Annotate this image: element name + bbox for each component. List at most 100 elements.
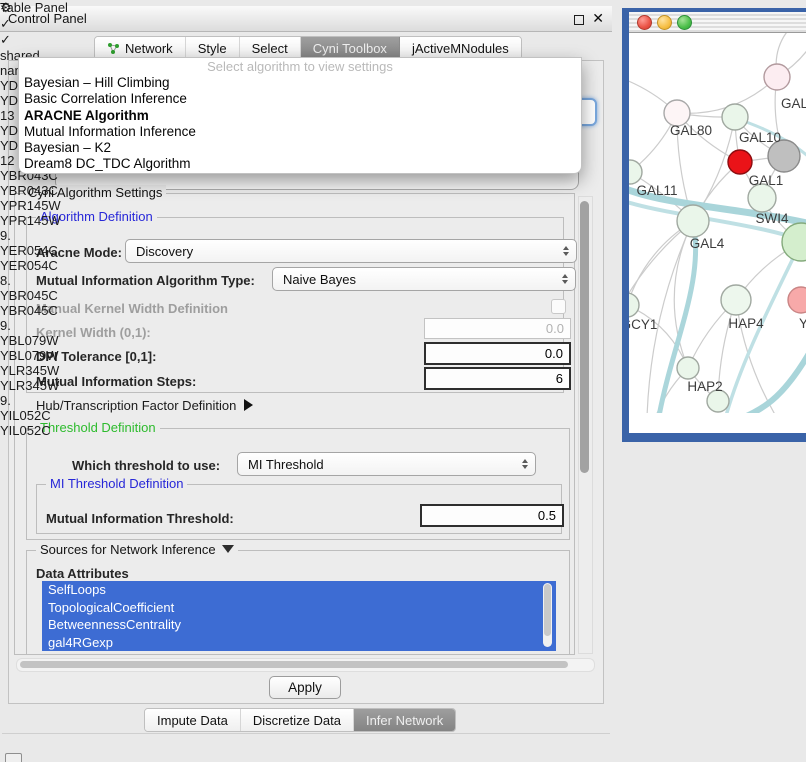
network-node-label: GAL1 <box>749 173 784 188</box>
gear-icon[interactable]: ⚙ <box>0 0 88 16</box>
tab-discretize-data[interactable]: Discretize Data <box>241 709 354 731</box>
table-row[interactable]: YPR145WYPR145W9. <box>0 198 88 243</box>
network-node[interactable] <box>677 357 699 379</box>
table-row[interactable]: YLR345WYLR345W9. <box>0 363 88 408</box>
table-cell: YPR145W <box>0 213 88 228</box>
panel-divider <box>2 733 610 734</box>
table-cell: YER054C <box>0 258 88 273</box>
network-node[interactable] <box>748 184 776 212</box>
network-node[interactable] <box>788 287 806 313</box>
mi-threshold-legend: MI Threshold Definition <box>46 476 187 491</box>
settings-horizontal-scrollbar[interactable] <box>16 658 595 672</box>
network-canvas-svg: GALGAL80GAL10GAL1GAL11SWI4GAL4GCY1HAP4YH… <box>629 12 806 413</box>
network-node[interactable] <box>677 205 709 237</box>
expander-right-arrow-icon <box>244 399 253 411</box>
network-node-label: Y <box>799 316 806 331</box>
network-canvas[interactable]: GALGAL80GAL10GAL1GAL11SWI4GAL4GCY1HAP4YH… <box>629 12 806 416</box>
scrollbar-thumb[interactable] <box>20 661 568 668</box>
tab-impute-data[interactable]: Impute Data <box>145 709 241 731</box>
network-node-label: HAP2 <box>687 379 722 394</box>
network-node-label: GAL4 <box>690 236 725 251</box>
network-node-label: GAL80 <box>670 123 712 138</box>
cyni-bottom-tabs: Impute Data Discretize Data Infer Networ… <box>144 708 456 732</box>
network-node-label: SWI4 <box>755 211 788 226</box>
float-panel-icon[interactable] <box>574 15 584 25</box>
table-row[interactable]: YBR045CYBR045C9. <box>0 288 88 333</box>
table-cell: YPR145W <box>0 198 88 213</box>
which-threshold-label: Which threshold to use: <box>72 458 220 473</box>
zoom-traffic-light-icon[interactable] <box>677 15 692 30</box>
mi-steps-input[interactable]: 6 <box>424 367 571 390</box>
attribute-list-item[interactable]: SelfLoops <box>42 581 556 599</box>
table-cell: YIL052C <box>0 423 88 438</box>
table-cell: YLR345W <box>0 363 88 378</box>
mi-threshold-input[interactable]: 0.5 <box>420 504 564 527</box>
table-cell: YBL079W <box>0 348 88 363</box>
table-cell: 9. <box>0 318 88 333</box>
network-node[interactable] <box>721 285 751 315</box>
table-row[interactable]: YER054CYER054C8. <box>0 243 88 288</box>
network-window-titlebar[interactable] <box>629 12 806 33</box>
table-cell: YER054C <box>0 243 88 258</box>
attribute-list-item[interactable]: gal4RGexp <box>42 634 556 652</box>
attributes-scrollbar[interactable] <box>543 583 552 647</box>
table-cell: YBL079W <box>0 333 88 348</box>
table-cell: 9. <box>0 393 88 408</box>
network-edge <box>733 350 806 413</box>
network-icon <box>107 42 120 55</box>
kernel-width-input[interactable]: 0.0 <box>424 318 571 339</box>
table-cell: YBR045C <box>0 303 88 318</box>
manual-kernel-width-checkbox[interactable] <box>551 299 566 314</box>
network-node-label: GAL10 <box>739 130 781 145</box>
data-attributes-list[interactable]: SelfLoopsTopologicalCoefficientBetweenne… <box>42 581 556 651</box>
network-node-label: HAP4 <box>728 316 764 331</box>
network-node-label: GCY1 <box>629 317 657 332</box>
aracne-mode-select[interactable]: Discovery <box>125 239 577 263</box>
network-node[interactable] <box>728 150 752 174</box>
algorithm-popup-placeholder: Select algorithm to view settings <box>19 58 581 75</box>
minimized-panel-icon[interactable] <box>5 753 22 762</box>
close-icon[interactable]: ✕ <box>592 10 604 26</box>
dpi-tolerance-input[interactable]: 0.0 <box>424 342 571 365</box>
attribute-list-item[interactable]: TopologicalCoefficient <box>42 599 556 617</box>
algorithm-popup-item[interactable]: Basic Correlation Inference <box>19 91 581 107</box>
table-cell: YBR043C <box>0 183 88 198</box>
tab-infer-network[interactable]: Infer Network <box>354 709 455 731</box>
scrollbar-thumb[interactable] <box>580 201 589 473</box>
minimize-traffic-light-icon[interactable] <box>657 15 672 30</box>
network-node[interactable] <box>629 293 639 317</box>
tab-select[interactable]: Select <box>240 37 301 59</box>
table-cell: 8. <box>0 273 88 288</box>
attribute-list-item[interactable]: BetweennessCentrality <box>42 616 556 634</box>
algorithm-popup-item[interactable]: Dream8 DC_TDC Algorithm <box>19 156 581 172</box>
tab-jactivemnodules[interactable]: jActiveMNodules <box>400 37 521 59</box>
network-node[interactable] <box>722 104 748 130</box>
table-row[interactable]: YIL052CYIL052C <box>0 408 88 438</box>
table-row[interactable]: YBL079WYBL079W <box>0 333 88 363</box>
algorithm-popup-item[interactable]: Bayesian – K2 <box>19 140 581 156</box>
control-panel-titlebar: Control Panel ✕ <box>0 6 612 32</box>
algorithm-popup-item[interactable]: Mutual Information Inference <box>19 124 581 140</box>
spinner-arrows-icon <box>562 274 568 284</box>
tab-network-label: Network <box>125 41 173 56</box>
mi-threshold-label: Mutual Information Threshold: <box>46 511 234 526</box>
table-cell: 9. <box>0 228 88 243</box>
tab-style[interactable]: Style <box>186 37 240 59</box>
settings-vertical-scrollbar[interactable] <box>578 196 593 654</box>
tab-cyni-toolbox[interactable]: Cyni Toolbox <box>301 37 400 59</box>
table-cell: YIL052C <box>0 408 88 423</box>
network-node[interactable] <box>764 64 790 90</box>
algorithm-popup-item[interactable]: ARACNE Algorithm <box>19 108 581 124</box>
apply-button[interactable]: Apply <box>269 676 341 699</box>
algorithm-popup-item[interactable]: Bayesian – Hill Climbing <box>19 75 581 91</box>
screen: Control Panel ✕ Network Style Select Cyn… <box>0 0 806 762</box>
sources-legend[interactable]: Sources for Network Inference <box>36 542 238 557</box>
mi-algorithm-type-select[interactable]: Naive Bayes <box>272 267 576 291</box>
spinner-arrows-icon <box>563 246 569 256</box>
checked-box-icon[interactable]: ✓ <box>0 32 88 48</box>
close-traffic-light-icon[interactable] <box>637 15 652 30</box>
which-threshold-select[interactable]: MI Threshold <box>237 452 536 476</box>
table-cell: YLR345W <box>0 378 88 393</box>
tab-network[interactable]: Network <box>95 37 186 59</box>
checked-box-icon[interactable]: ✓ <box>0 16 88 32</box>
